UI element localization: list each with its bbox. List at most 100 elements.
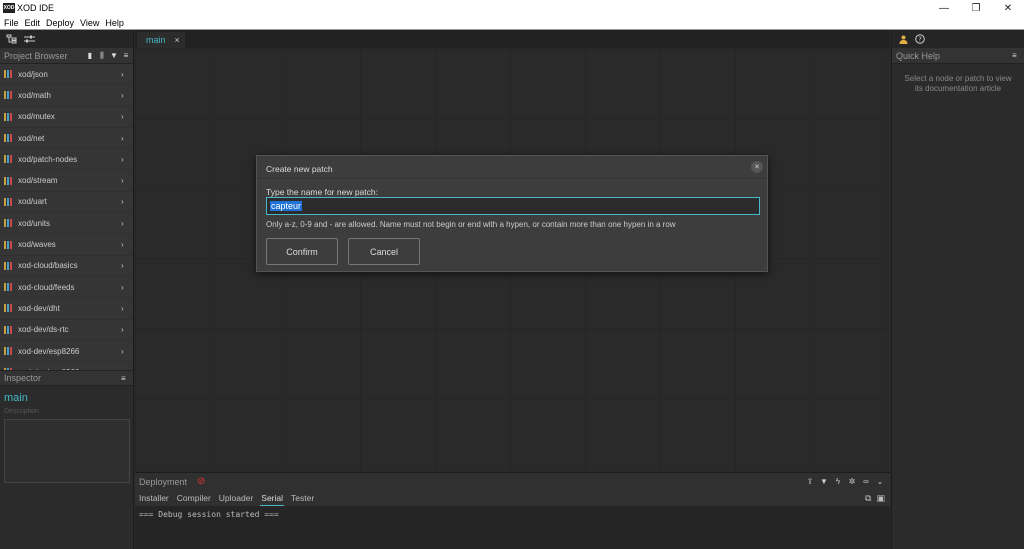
library-item[interactable]: xod/units › — [0, 213, 133, 235]
flash-icon[interactable]: ϟ — [832, 477, 844, 486]
expand-chevron-icon[interactable]: › — [121, 240, 133, 249]
library-item[interactable]: xod-dev/esp8266-mcu› — [0, 362, 133, 370]
description-textarea[interactable] — [4, 419, 130, 483]
window-title: XOD IDE — [17, 3, 55, 13]
tab-compiler[interactable]: Compiler — [176, 491, 212, 505]
expand-chevron-icon[interactable]: › — [121, 197, 133, 206]
inspector-title: Inspector — [4, 373, 42, 383]
collapse-chevron-icon[interactable]: ⌄ — [874, 477, 886, 486]
project-browser-header: Project Browser ▮ ⫼ ▼ ≡ — [0, 48, 133, 64]
user-icon[interactable] — [896, 32, 910, 46]
expand-chevron-icon[interactable]: › — [121, 219, 133, 228]
expand-chevron-icon[interactable]: › — [121, 368, 133, 370]
library-name: xod-dev/dht — [18, 303, 60, 313]
expand-chevron-icon[interactable]: › — [121, 112, 133, 121]
settings-sliders-icon[interactable] — [22, 32, 36, 46]
patch-name-value: capteur — [270, 201, 303, 211]
inspector-header: Inspector ≡ — [0, 370, 133, 386]
library-icon — [4, 112, 13, 121]
filter-icon[interactable]: ▼ — [109, 51, 119, 60]
add-library-icon[interactable]: ⫼ — [97, 51, 107, 61]
svg-text:?: ? — [918, 36, 922, 44]
expand-chevron-icon[interactable]: › — [121, 70, 133, 79]
save-icon[interactable]: ▣ — [875, 491, 886, 506]
library-item[interactable]: xod/json › — [0, 64, 133, 86]
library-item[interactable]: xod/math › — [0, 85, 133, 107]
library-item[interactable]: xod/net › — [0, 127, 133, 150]
library-item[interactable]: xod-dev/ds-rtc › — [0, 319, 133, 341]
deployment-pane: Deployment ⊘ ⇪ ▼ ϟ ✲ ∞ ⌄ Installer Compi… — [135, 472, 890, 549]
tab-tester[interactable]: Tester — [290, 491, 315, 505]
description-label: Description — [4, 408, 40, 415]
library-item[interactable]: xod/stream › — [0, 170, 133, 192]
debug-icon[interactable]: ✲ — [846, 477, 858, 486]
library-icon — [4, 304, 13, 313]
tab-uploader[interactable]: Uploader — [218, 491, 255, 505]
inspector-menu-icon[interactable]: ≡ — [121, 374, 133, 383]
expand-chevron-icon[interactable]: › — [121, 347, 133, 356]
library-icon — [4, 219, 13, 228]
expand-chevron-icon[interactable]: › — [121, 304, 133, 313]
tab-serial[interactable]: Serial — [260, 491, 285, 506]
deployment-tabs: Installer Compiler Uploader Serial Teste… — [135, 490, 890, 506]
library-item[interactable]: xod-dev/esp8266 › — [0, 340, 133, 363]
dialog-divider — [257, 178, 767, 179]
menu-deploy[interactable]: Deploy — [46, 18, 74, 28]
tab-installer[interactable]: Installer — [138, 491, 170, 505]
error-icon: ⊘ — [197, 476, 206, 487]
menu-edit[interactable]: Edit — [25, 18, 41, 28]
new-patch-icon[interactable]: ▮ — [85, 51, 95, 60]
maximize-button[interactable]: ❐ — [960, 0, 992, 16]
expand-chevron-icon[interactable]: › — [121, 283, 133, 292]
expand-chevron-icon[interactable]: › — [121, 91, 133, 100]
help-icon[interactable]: ? — [913, 32, 927, 46]
library-item[interactable]: xod/patch-nodes › — [0, 149, 133, 171]
menu-lines-icon[interactable]: ≡ — [121, 51, 131, 60]
library-icon — [4, 91, 13, 100]
menu-file[interactable]: File — [4, 18, 19, 28]
expand-chevron-icon[interactable]: › — [121, 325, 133, 334]
library-item[interactable]: xod/waves › — [0, 234, 133, 256]
menu-bar: File Edit Deploy View Help — [0, 16, 1024, 29]
close-window-button[interactable]: ✕ — [992, 0, 1024, 16]
library-item[interactable]: xod-dev/dht › — [0, 298, 133, 320]
serial-output: === Debug session started === — [139, 510, 279, 519]
quick-help-menu-icon[interactable]: ≡ — [1012, 51, 1024, 60]
filter-output-icon[interactable]: ▼ — [818, 477, 830, 486]
deployment-title: Deployment — [139, 476, 188, 487]
link-icon[interactable]: ∞ — [860, 477, 872, 486]
library-name: xod/uart — [18, 197, 47, 207]
upload-icon[interactable]: ⇪ — [804, 477, 816, 486]
library-item[interactable]: xod-cloud/feeds › — [0, 276, 133, 299]
library-name: xod-dev/ds-rtc — [18, 325, 69, 335]
menu-help[interactable]: Help — [105, 18, 124, 28]
title-bar: XOD XOD IDE — ❐ ✕ — [0, 0, 1024, 16]
dialog-close-icon[interactable]: ✕ — [751, 161, 763, 173]
library-item[interactable]: xod-cloud/basics › — [0, 255, 133, 277]
expand-chevron-icon[interactable]: › — [121, 176, 133, 185]
library-name: xod/stream — [18, 176, 58, 186]
right-pane: ? Quick Help ≡ Select a node or patch to… — [891, 30, 1024, 549]
library-name: xod/net — [18, 133, 45, 143]
library-item[interactable]: xod/uart › — [0, 191, 133, 214]
expand-chevron-icon[interactable]: › — [121, 261, 133, 270]
xod-logo-icon: XOD — [3, 3, 15, 13]
library-name: xod-cloud/feeds — [18, 282, 75, 292]
project-tree-icon[interactable] — [4, 32, 18, 46]
copy-icon[interactable]: ⧉ — [864, 491, 872, 506]
deployment-header: Deployment ⊘ ⇪ ▼ ϟ ✲ ∞ ⌄ — [135, 473, 890, 490]
expand-chevron-icon[interactable]: › — [121, 134, 133, 143]
confirm-button[interactable]: Confirm — [266, 238, 338, 265]
library-icon — [4, 240, 13, 249]
expand-chevron-icon[interactable]: › — [121, 155, 133, 164]
cancel-button[interactable]: Cancel — [348, 238, 420, 265]
library-icon — [4, 283, 13, 292]
patch-name-input[interactable]: capteur — [266, 197, 760, 215]
library-item[interactable]: xod/mutex › — [0, 106, 133, 128]
library-icon — [4, 261, 13, 270]
menu-view[interactable]: View — [80, 18, 99, 28]
close-tab-icon[interactable]: × — [175, 35, 180, 45]
tab-main[interactable]: main × — [137, 32, 185, 48]
library-name: xod/math — [18, 90, 51, 100]
minimize-button[interactable]: — — [928, 0, 960, 16]
